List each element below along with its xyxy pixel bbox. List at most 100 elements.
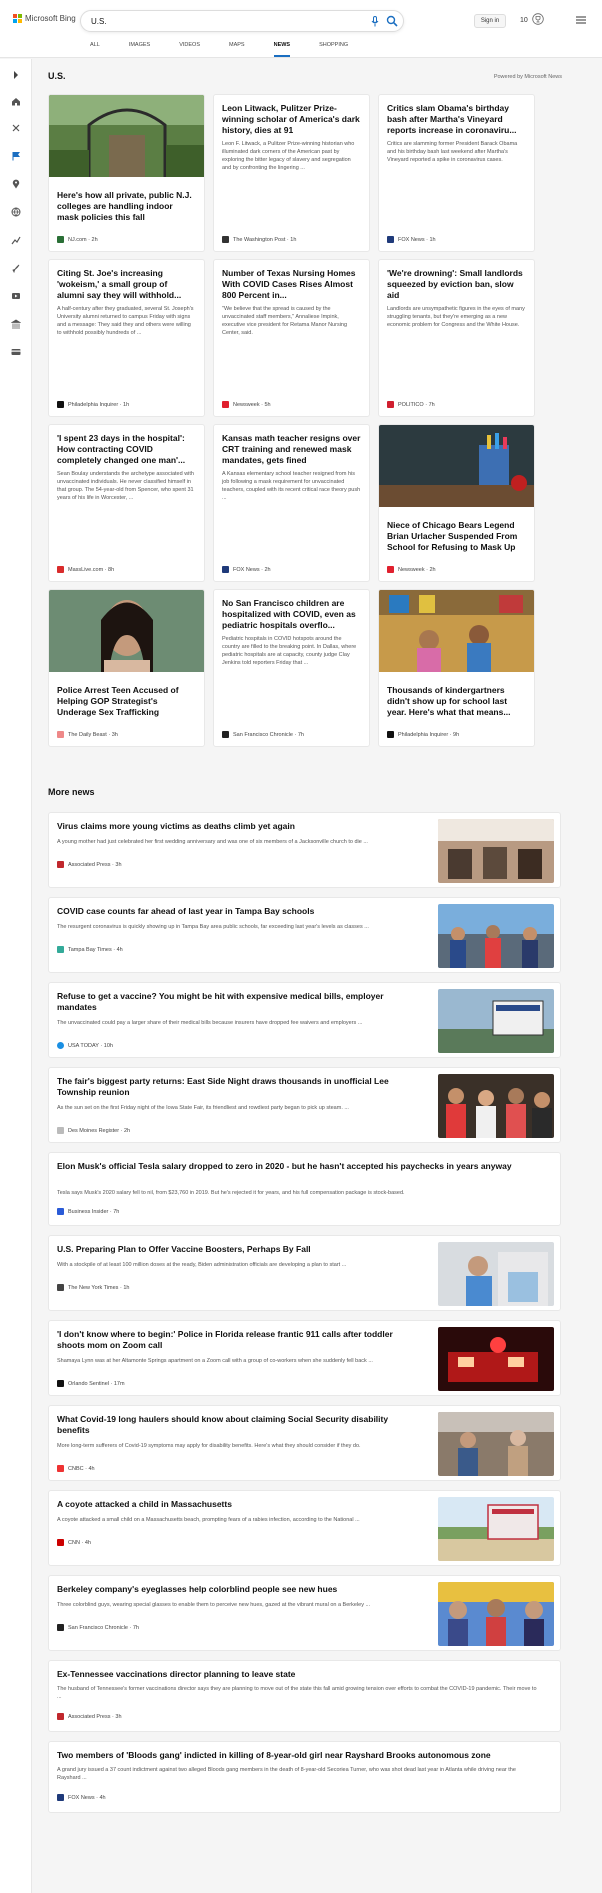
search-box[interactable]: U.S. bbox=[80, 10, 404, 32]
source-time: · 4h bbox=[113, 946, 123, 953]
news-card-snippet: Pediatric hospitals in COVID hotspots ar… bbox=[222, 636, 357, 666]
news-card[interactable]: Citing St. Joe's increasing 'wokeism,' a… bbox=[48, 259, 205, 417]
news-list-item[interactable]: The fair's biggest party returns: East S… bbox=[48, 1067, 561, 1143]
rewards-trophy-icon[interactable] bbox=[532, 13, 544, 25]
source-name: Associated Press bbox=[68, 1713, 111, 1720]
source-logo-icon bbox=[57, 1539, 64, 1546]
source-time: · 1h bbox=[119, 401, 130, 408]
news-item-title: A coyote attacked a child in Massachuset… bbox=[57, 1499, 232, 1509]
news-list-item[interactable]: Virus claims more young victims as death… bbox=[48, 812, 561, 888]
source-logo-icon bbox=[57, 1465, 64, 1472]
news-item-source: Business Insider · 7h bbox=[57, 1208, 119, 1215]
news-card[interactable]: Here's how all private, public N.J. coll… bbox=[48, 94, 205, 252]
news-item-title: Virus claims more young victims as death… bbox=[57, 821, 295, 831]
source-name: The Washington Post bbox=[233, 236, 286, 243]
news-list-item[interactable]: Refuse to get a vaccine? You might be hi… bbox=[48, 982, 561, 1058]
news-list-item[interactable]: Ex-Tennessee vaccinations director plann… bbox=[48, 1660, 561, 1732]
news-card[interactable]: Police Arrest Teen Accused of Helping GO… bbox=[48, 589, 205, 747]
flag-icon[interactable] bbox=[10, 150, 22, 162]
rewards-points[interactable]: 10 bbox=[520, 17, 528, 24]
news-card-source: Newsweek · 2h bbox=[387, 566, 436, 573]
globe-icon[interactable] bbox=[10, 206, 22, 218]
news-card-source: FOX News · 2h bbox=[222, 566, 271, 573]
microphone-icon[interactable] bbox=[371, 16, 379, 27]
source-logo-icon bbox=[387, 236, 394, 243]
bank-icon[interactable] bbox=[10, 318, 22, 330]
news-item-source: Associated Press · 3h bbox=[57, 861, 122, 868]
source-logo-icon bbox=[222, 566, 229, 573]
news-card[interactable]: Number of Texas Nursing Homes With COVID… bbox=[213, 259, 370, 417]
news-card-snippet: Landlords are unsympathetic figures in t… bbox=[387, 306, 525, 328]
card-icon[interactable] bbox=[10, 346, 22, 358]
tab-maps[interactable]: MAPS bbox=[229, 42, 245, 57]
sign-in-button[interactable]: Sign in bbox=[474, 14, 506, 28]
source-time: · 9h bbox=[449, 731, 460, 738]
news-list-item[interactable]: U.S. Preparing Plan to Offer Vaccine Boo… bbox=[48, 1235, 561, 1311]
news-list-item[interactable]: Elon Musk's official Tesla salary droppe… bbox=[48, 1152, 561, 1226]
source-name: CNBC bbox=[68, 1465, 84, 1472]
source-time: · 7h bbox=[109, 1208, 120, 1215]
search-input[interactable]: U.S. bbox=[91, 17, 107, 26]
news-item-title: U.S. Preparing Plan to Offer Vaccine Boo… bbox=[57, 1244, 311, 1254]
news-item-image bbox=[438, 904, 554, 968]
news-item-snippet: Tesla says Musk's 2020 salary fell to ni… bbox=[57, 1190, 405, 1196]
source-name: Orlando Sentinel bbox=[68, 1380, 109, 1387]
tab-shopping[interactable]: SHOPPING bbox=[319, 42, 348, 57]
news-card[interactable]: Critics slam Obama's birthday bash after… bbox=[378, 94, 535, 252]
sparkle-icon[interactable] bbox=[10, 122, 22, 134]
news-item-source: Des Moines Register · 2h bbox=[57, 1127, 130, 1134]
news-item-image bbox=[438, 1327, 554, 1391]
news-card[interactable]: No San Francisco children are hospitaliz… bbox=[213, 589, 370, 747]
bing-logo[interactable]: Microsoft Bing bbox=[13, 14, 76, 23]
news-list-item[interactable]: Two members of 'Bloods gang' indicted in… bbox=[48, 1741, 561, 1813]
news-card-title: 'I spent 23 days in the hospital': How c… bbox=[57, 433, 186, 465]
news-card[interactable]: Kansas math teacher resigns over CRT tra… bbox=[213, 424, 370, 582]
search-icon[interactable] bbox=[386, 15, 398, 27]
source-time: · 1h bbox=[286, 236, 297, 243]
source-logo-icon bbox=[57, 946, 64, 953]
source-name: The New York Times bbox=[68, 1284, 119, 1291]
source-name: NJ.com bbox=[68, 236, 87, 243]
news-list-item[interactable]: What Covid-19 long haulers should know a… bbox=[48, 1405, 561, 1481]
news-card-image bbox=[49, 95, 204, 177]
source-logo-icon bbox=[222, 731, 229, 738]
tab-images[interactable]: IMAGES bbox=[129, 42, 150, 57]
news-item-snippet: The resurgent coronavirus is quickly sho… bbox=[57, 924, 369, 930]
source-name: POLITICO bbox=[398, 401, 424, 408]
tab-news[interactable]: NEWS bbox=[273, 42, 291, 57]
source-logo-icon bbox=[57, 1794, 64, 1801]
home-icon[interactable] bbox=[10, 95, 22, 107]
news-list-item[interactable]: Berkeley company's eyeglasses help color… bbox=[48, 1575, 561, 1651]
news-card[interactable]: 'I spent 23 days in the hospital': How c… bbox=[48, 424, 205, 582]
source-logo-icon bbox=[57, 861, 64, 868]
tab-videos[interactable]: VIDEOS bbox=[179, 42, 200, 57]
hamburger-menu-icon[interactable] bbox=[576, 16, 586, 24]
news-list-item[interactable]: A coyote attacked a child in Massachuset… bbox=[48, 1490, 561, 1566]
tab-all[interactable]: ALL bbox=[90, 42, 100, 57]
rocket-icon[interactable] bbox=[10, 262, 22, 274]
expand-arrow-icon[interactable] bbox=[10, 69, 22, 81]
news-card-source: Philadelphia Inquirer · 9h bbox=[387, 731, 459, 738]
source-name: San Francisco Chronicle bbox=[68, 1624, 128, 1631]
news-card[interactable]: Leon Litwack, Pulitzer Prize-winning sch… bbox=[213, 94, 370, 252]
chart-trend-icon[interactable] bbox=[10, 234, 22, 246]
source-logo-icon bbox=[387, 731, 394, 738]
location-pin-icon[interactable] bbox=[10, 178, 22, 190]
source-name: Newsweek bbox=[398, 566, 425, 573]
news-card[interactable]: Thousands of kindergartners didn't show … bbox=[378, 589, 535, 747]
source-logo-icon bbox=[222, 236, 229, 243]
news-card[interactable]: 'We're drowning': Small landlords squeez… bbox=[378, 259, 535, 417]
news-card[interactable]: Niece of Chicago Bears Legend Brian Urla… bbox=[378, 424, 535, 582]
news-card-source: Newsweek · 5h bbox=[222, 401, 271, 408]
news-list-item[interactable]: 'I don't know where to begin:' Police in… bbox=[48, 1320, 561, 1396]
news-item-source: CNN · 4h bbox=[57, 1539, 91, 1546]
news-list-item[interactable]: COVID case counts far ahead of last year… bbox=[48, 897, 561, 973]
source-logo-icon bbox=[57, 236, 64, 243]
source-time: · 17m bbox=[110, 1380, 125, 1387]
news-item-title: The fair's biggest party returns: East S… bbox=[57, 1076, 389, 1097]
source-time: · 7h bbox=[294, 731, 304, 738]
news-item-snippet: As the sun set on the first Friday night… bbox=[57, 1105, 349, 1111]
source-logo-icon bbox=[57, 1380, 64, 1387]
video-icon[interactable] bbox=[10, 290, 22, 302]
news-item-image bbox=[438, 1242, 554, 1306]
